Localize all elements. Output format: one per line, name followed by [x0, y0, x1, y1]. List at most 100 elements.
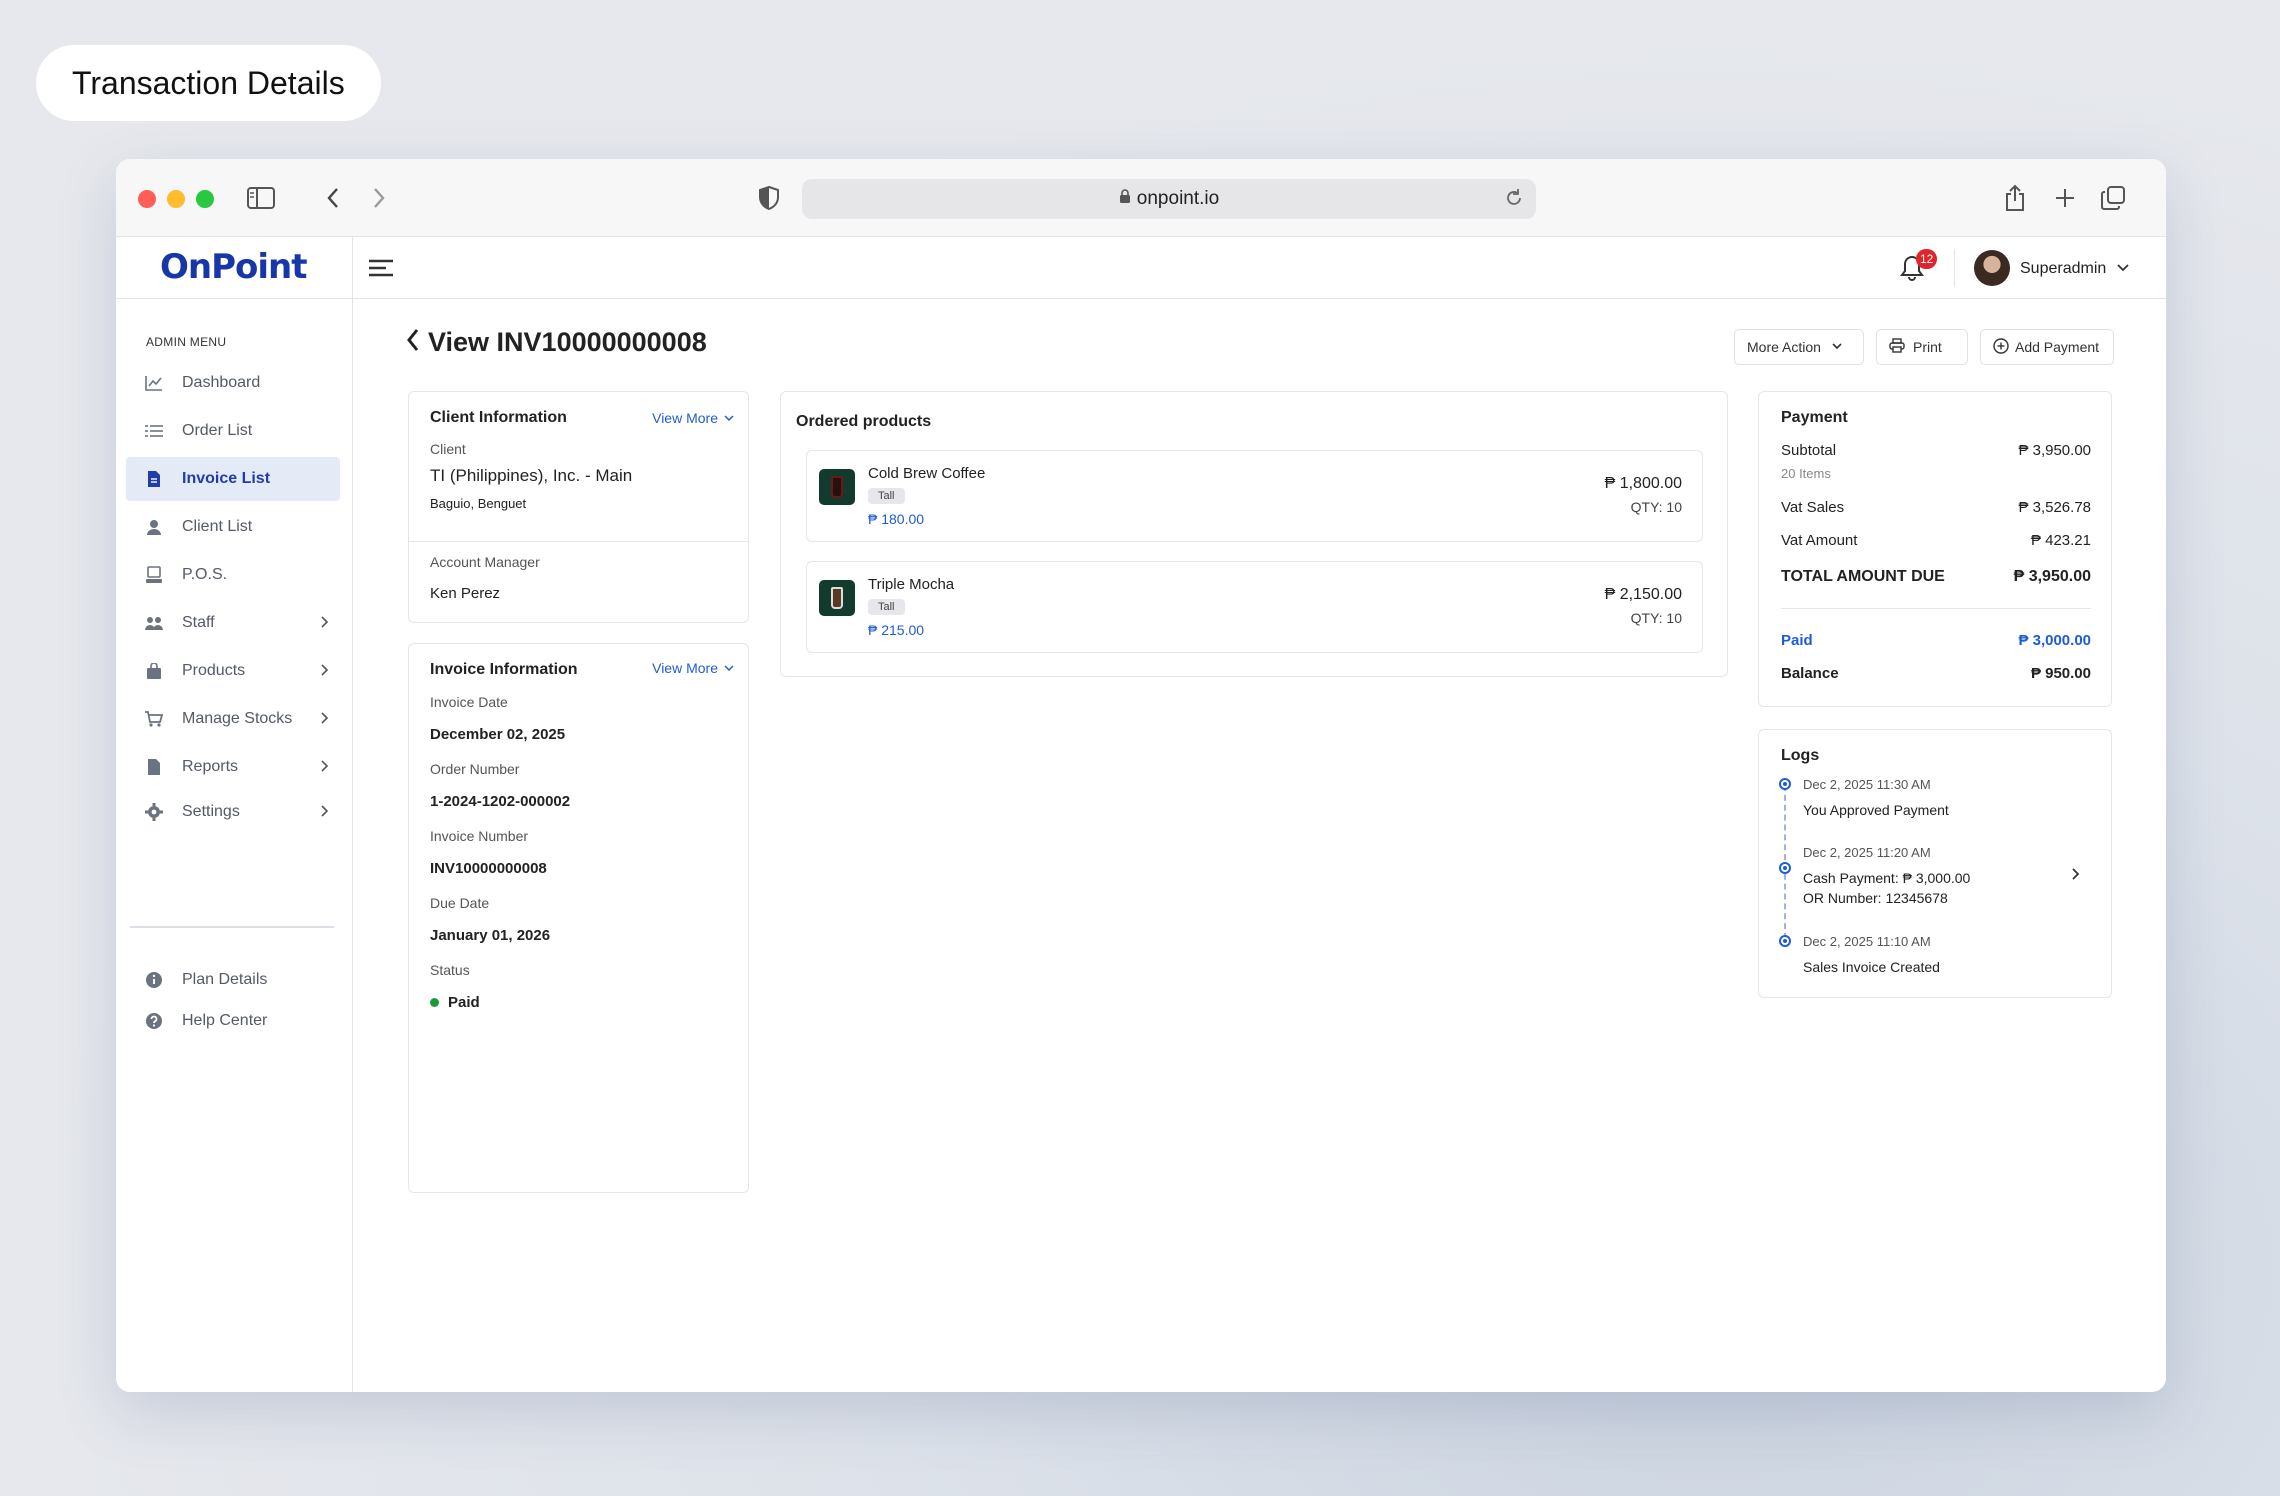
- payment-card: Payment Subtotal ₱ 3,950.00 20 Items Vat…: [1758, 391, 2112, 707]
- back-nav-icon[interactable]: [316, 181, 350, 215]
- chevron-down-icon: [724, 660, 734, 676]
- avatar[interactable]: [1974, 250, 2010, 286]
- log-text: Cash Payment: ₱ 3,000.00: [1803, 870, 1971, 886]
- paid-label: Paid: [1781, 632, 1813, 649]
- sidebar-item-settings[interactable]: Settings: [126, 790, 340, 834]
- sidebar-item-label: Order List: [182, 422, 253, 439]
- sidebar-item-pos[interactable]: P.O.S.: [126, 553, 340, 597]
- order-number-label: Order Number: [430, 761, 520, 777]
- sidebar-divider: [130, 926, 334, 928]
- close-window-button[interactable]: [138, 190, 156, 208]
- chevron-right-icon: [320, 663, 330, 682]
- sidebar-item-label: Plan Details: [182, 971, 268, 988]
- onpoint-logo[interactable]: OnPoint: [160, 247, 307, 287]
- reload-icon[interactable]: [1504, 188, 1524, 214]
- client-view-more-link[interactable]: View More: [652, 410, 734, 426]
- browser-window: onpoint.io OnPoint 12 Superadmin ADMIN M…: [116, 159, 2166, 1392]
- product-qty: QTY: 10: [1630, 610, 1682, 626]
- share-icon[interactable]: [1998, 181, 2032, 215]
- sidebar-item-label: Settings: [182, 803, 240, 820]
- plus-circle-icon: [1993, 337, 2009, 357]
- logs-title: Logs: [1781, 747, 1820, 764]
- status-dot: [430, 998, 439, 1007]
- pos-terminal-icon: [144, 565, 164, 585]
- sidebar-item-invoice-list[interactable]: Invoice List: [126, 457, 340, 501]
- balance-value: ₱ 950.00: [2030, 665, 2091, 682]
- add-payment-label: Add Payment: [2015, 339, 2100, 355]
- back-arrow-icon[interactable]: [406, 328, 420, 357]
- sidebar: ADMIN MENU Dashboard Order List Invoice …: [116, 299, 353, 1392]
- new-tab-icon[interactable]: [2048, 181, 2082, 215]
- log-time: Dec 2, 2025 11:10 AM: [1803, 934, 1931, 949]
- tabs-overview-icon[interactable]: [2096, 181, 2130, 215]
- chevron-right-icon: [320, 615, 330, 634]
- lock-icon: [1119, 188, 1131, 210]
- client-info-title: Client Information: [430, 409, 567, 426]
- sidebar-item-products[interactable]: Products: [126, 649, 340, 693]
- page-title-row: View INV10000000008: [406, 327, 707, 358]
- url-text: onpoint.io: [1136, 188, 1220, 209]
- sidebar-item-label: Products: [182, 662, 246, 679]
- status-label: Status: [430, 962, 470, 978]
- chevron-right-icon: [320, 759, 330, 778]
- sidebar-item-staff[interactable]: Staff: [126, 601, 340, 645]
- chevron-right-icon: [320, 804, 330, 823]
- print-button[interactable]: Print: [1876, 329, 1968, 365]
- product-row[interactable]: Cold Brew Coffee Tall ₱ 180.00 ₱ 1,800.0…: [806, 450, 1703, 542]
- due-date-label: Due Date: [430, 895, 490, 911]
- product-unit-price: ₱ 180.00: [868, 511, 925, 527]
- user-name[interactable]: Superadmin: [2020, 260, 2106, 278]
- sidebar-item-order-list[interactable]: Order List: [126, 409, 340, 453]
- page-title: View INV10000000008: [428, 327, 707, 357]
- users-icon: [144, 613, 164, 633]
- vat-sales-value: ₱ 3,526.78: [2018, 499, 2091, 516]
- vat-amount-row: Vat Amount ₱ 423.21: [1781, 532, 2091, 549]
- notification-count-badge: 12: [1916, 249, 1938, 269]
- add-payment-button[interactable]: Add Payment: [1980, 329, 2114, 365]
- sidebar-item-client-list[interactable]: Client List: [126, 505, 340, 549]
- subtotal-label: Subtotal: [1781, 442, 1837, 459]
- vat-sales-label: Vat Sales: [1781, 499, 1845, 516]
- payment-divider: [1781, 608, 2091, 609]
- account-manager-name: Ken Perez: [430, 585, 501, 602]
- help-icon: [144, 1011, 164, 1031]
- sidebar-item-manage-stocks[interactable]: Manage Stocks: [126, 697, 340, 741]
- sidebar-item-help-center[interactable]: Help Center: [126, 999, 340, 1043]
- address-bar[interactable]: onpoint.io: [802, 179, 1536, 219]
- invoice-view-more-link[interactable]: View More: [652, 660, 734, 676]
- sidebar-item-plan-details[interactable]: Plan Details: [126, 958, 340, 1002]
- minimize-window-button[interactable]: [167, 190, 185, 208]
- product-row[interactable]: Triple Mocha Tall ₱ 215.00 ₱ 2,150.00 QT…: [806, 561, 1703, 653]
- printer-icon: [1889, 338, 1905, 356]
- privacy-shield-icon[interactable]: [752, 181, 786, 215]
- invoice-number-label: Invoice Number: [430, 828, 529, 844]
- more-action-label: More Action: [1747, 339, 1821, 355]
- product-size-tag: Tall: [868, 488, 905, 504]
- sidebar-item-dashboard[interactable]: Dashboard: [126, 361, 340, 405]
- product-unit-price: ₱ 215.00: [868, 622, 925, 638]
- page-label: Transaction Details: [36, 45, 381, 121]
- chevron-right-icon[interactable]: [2071, 867, 2081, 886]
- sidebar-item-reports[interactable]: Reports: [126, 745, 340, 789]
- maximize-window-button[interactable]: [196, 190, 214, 208]
- sidebar-item-label: Help Center: [182, 1012, 268, 1029]
- balance-label: Balance: [1781, 665, 1839, 682]
- paid-row: Paid ₱ 3,000.00: [1781, 632, 2091, 649]
- chevron-down-icon: [724, 410, 734, 426]
- invoice-info-title: Invoice Information: [430, 661, 578, 678]
- invoice-date-label: Invoice Date: [430, 694, 508, 710]
- sidebar-toggle-icon[interactable]: [244, 181, 278, 215]
- chevron-down-icon[interactable]: [2116, 261, 2130, 280]
- subtotal-row: Subtotal ₱ 3,950.00: [1781, 442, 2091, 459]
- ordered-products-title: Ordered products: [796, 413, 932, 430]
- product-name: Cold Brew Coffee: [868, 465, 986, 482]
- admin-menu-heading: ADMIN MENU: [146, 335, 227, 349]
- cart-icon: [144, 709, 164, 729]
- info-icon: [144, 970, 164, 990]
- more-action-button[interactable]: More Action: [1734, 329, 1864, 365]
- sidebar-item-label: P.O.S.: [182, 566, 228, 583]
- forward-nav-icon[interactable]: [362, 181, 396, 215]
- log-text-secondary: OR Number: 12345678: [1803, 890, 1948, 906]
- menu-toggle-icon[interactable]: [368, 257, 394, 284]
- paid-value: ₱ 3,000.00: [2018, 632, 2091, 649]
